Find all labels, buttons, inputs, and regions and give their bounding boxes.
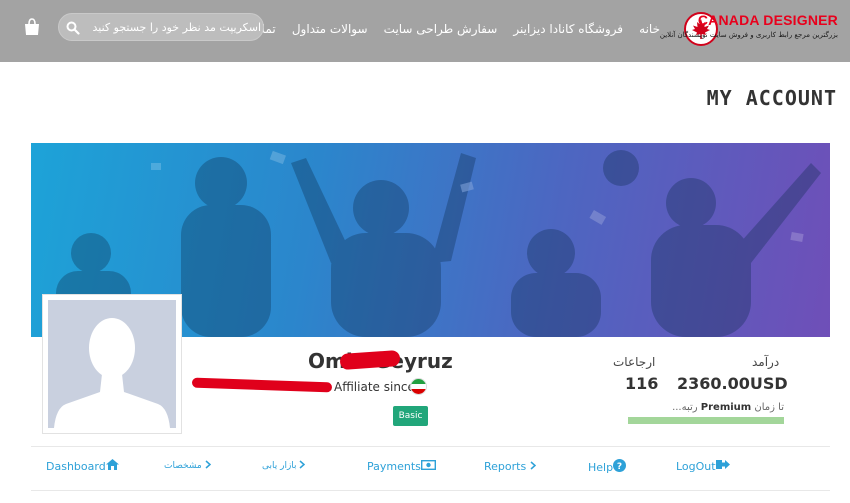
page-title: MY ACCOUNT <box>706 86 837 110</box>
chevron-right-icon <box>530 460 536 473</box>
nav-faq[interactable]: سوالات متداول <box>292 22 368 36</box>
site-logo[interactable]: CANADA DESIGNER بزرگترین مرجع رابط کاربر… <box>660 10 838 48</box>
logo-subtitle: بزرگترین مرجع رابط کاربری و فروش سایت نو… <box>659 31 838 39</box>
nav-home[interactable]: خانه <box>639 22 660 36</box>
nav-shop[interactable]: فروشگاه کانادا دیزاینر <box>513 22 623 36</box>
search-box <box>58 13 264 41</box>
tab-logout[interactable]: LogOut <box>676 459 730 473</box>
question-icon: ? <box>613 459 627 475</box>
account-tabs: Dashboard مشخصات بازار یابی Payments Rep… <box>31 446 830 491</box>
progress-fill <box>628 417 784 424</box>
cart-icon[interactable] <box>22 17 42 41</box>
tab-payments[interactable]: Payments <box>367 459 436 473</box>
logout-icon <box>715 459 730 473</box>
money-icon <box>420 459 436 473</box>
tab-marketing[interactable]: بازار یابی <box>262 460 306 472</box>
chevron-right-icon <box>205 460 211 472</box>
rank-badge: Basic <box>393 406 428 426</box>
iran-flag-icon <box>410 378 427 395</box>
tab-help[interactable]: Help? <box>588 459 627 475</box>
premium-progress-bar <box>628 417 784 424</box>
affiliate-since-label: Affiliate since <box>334 380 415 394</box>
search-input[interactable] <box>83 14 261 40</box>
home-icon <box>105 459 119 473</box>
tab-reports[interactable]: Reports <box>484 459 536 473</box>
main-nav: خانه فروشگاه کانادا دیزاینر سفارش طراحی … <box>211 18 660 37</box>
search-icon[interactable] <box>66 20 80 39</box>
tab-dashboard[interactable]: Dashboard <box>46 459 119 473</box>
chevron-right-icon <box>299 460 306 472</box>
income-value: 2360.00USD <box>677 374 788 393</box>
logo-title: CANADA DESIGNER <box>697 12 838 28</box>
premium-progress-text: تا زمان Premium رتبه... <box>672 402 784 413</box>
nav-order-design[interactable]: سفارش طراحی سایت <box>384 22 498 36</box>
default-avatar-icon <box>48 300 176 428</box>
referrals-value: 116 <box>625 374 659 393</box>
site-header: CANADA DESIGNER بزرگترین مرجع رابط کاربر… <box>0 0 850 62</box>
income-label: درآمد <box>752 355 780 369</box>
tab-profile[interactable]: مشخصات <box>164 460 211 472</box>
redaction-mark <box>191 377 333 393</box>
avatar[interactable] <box>42 294 182 434</box>
svg-text:?: ? <box>617 462 622 472</box>
referrals-label: ارجاعات <box>613 355 656 369</box>
